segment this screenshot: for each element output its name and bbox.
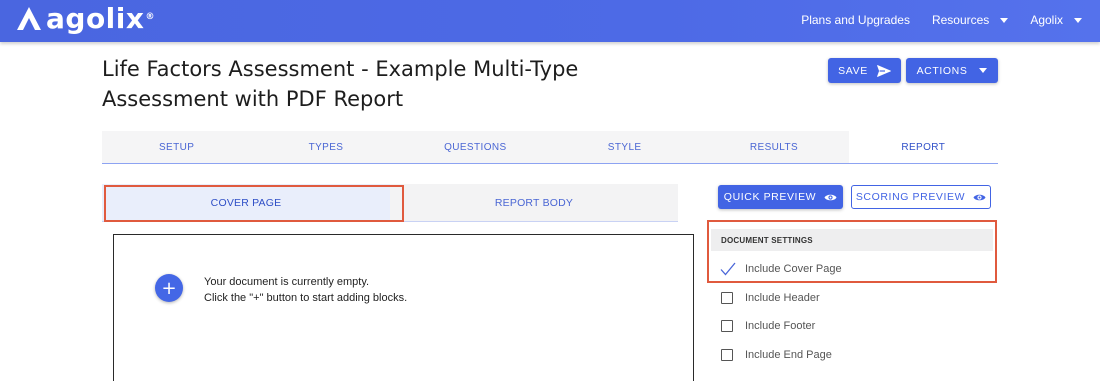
nav-resources-dropdown[interactable]: Resources [932,13,1009,27]
top-navbar: agolix® Plans and Upgrades Resources Ago… [0,0,1100,42]
scoring-preview-label: SCORING PREVIEW [855,191,966,203]
checkbox-icon [721,320,733,332]
empty-message-line-2: Click the "+" button to start adding blo… [204,292,408,304]
agolix-logo[interactable]: agolix® [14,2,155,36]
caret-down-icon [979,68,988,73]
include-end-page-checkbox[interactable]: Include End Page [721,347,832,363]
save-button[interactable]: SAVE [828,58,901,83]
check-icon [720,262,736,276]
scoring-preview-button[interactable]: SCORING PREVIEW [851,185,991,209]
tab-types[interactable]: TYPES [251,131,400,163]
subtab-report-body[interactable]: REPORT BODY [390,184,678,221]
logo-wordmark: agolix® [46,2,155,35]
nav-account-dropdown[interactable]: Agolix [1030,13,1082,27]
include-header-checkbox[interactable]: Include Header [721,290,820,306]
include-cover-page-label: Include Cover Page [745,263,842,275]
tab-style[interactable]: STYLE [550,131,699,163]
include-header-label: Include Header [745,292,820,304]
include-end-page-label: Include End Page [745,349,832,361]
eye-icon [824,194,837,200]
checkbox-icon [721,349,733,361]
agolix-logo-icon [17,7,41,30]
page-title-line-1: Life Factors Assessment - Example Multi-… [102,57,579,81]
include-footer-checkbox[interactable]: Include Footer [721,318,815,334]
actions-button-label: ACTIONS [916,64,968,77]
tab-setup[interactable]: SETUP [102,131,251,163]
main-tabs: SETUP TYPES QUESTIONS STYLE RESULTS REPO… [102,131,998,164]
page-title-line-2: Assessment with PDF Report [102,87,404,111]
actions-dropdown-button[interactable]: ACTIONS [906,58,998,83]
nav-links: Plans and Upgrades Resources Agolix [779,0,1082,40]
page-title: Life Factors Assessment - Example Multi-… [102,54,662,114]
subtab-cover-page[interactable]: COVER PAGE [102,184,390,221]
quick-preview-label: QUICK PREVIEW [723,191,817,203]
include-cover-page-checkbox[interactable]: Include Cover Page [720,261,842,277]
document-settings-heading: DOCUMENT SETTINGS [711,229,993,251]
report-subtabs: COVER PAGE REPORT BODY [102,184,678,222]
caret-down-icon [1074,17,1082,23]
nav-plans-link[interactable]: Plans and Upgrades [801,13,910,27]
send-icon [876,64,891,77]
checkbox-icon [721,292,733,304]
plus-icon: + [161,277,177,299]
empty-message-line-1: Your document is currently empty. [204,276,370,288]
save-button-label: SAVE [838,64,868,77]
document-canvas[interactable]: + Your document is currently empty. Clic… [113,234,694,381]
tab-report[interactable]: REPORT [848,131,998,163]
caret-down-icon [1000,17,1009,23]
quick-preview-button[interactable]: QUICK PREVIEW [718,185,843,209]
tab-questions[interactable]: QUESTIONS [401,131,550,163]
include-footer-label: Include Footer [745,320,816,332]
tab-results[interactable]: RESULTS [699,131,848,163]
add-block-button[interactable]: + [155,274,183,302]
empty-document-message: Your document is currently empty. Click … [204,274,407,306]
eye-icon [973,194,986,200]
